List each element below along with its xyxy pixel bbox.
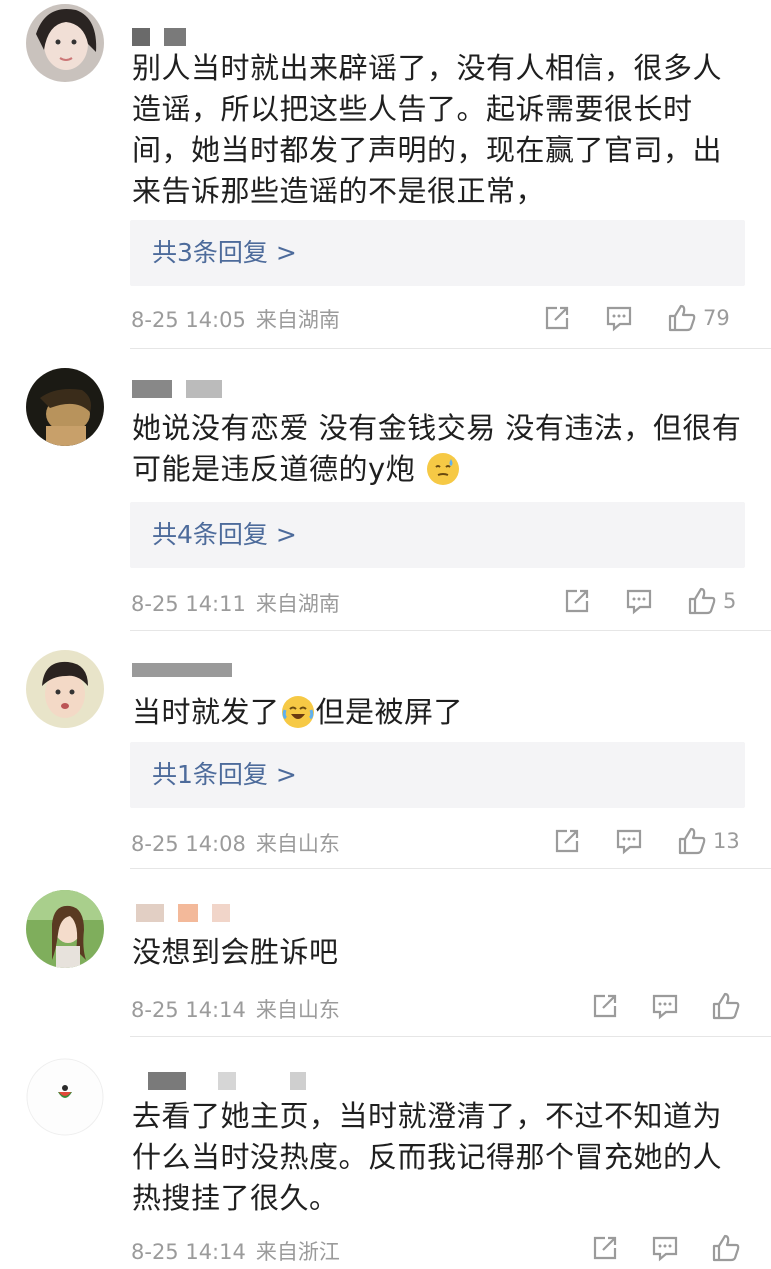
- comment-source: 来自山东: [255, 832, 340, 856]
- comment-date: 8-25 14:14: [131, 1240, 246, 1264]
- like-icon: [712, 992, 740, 1020]
- comment-button[interactable]: [625, 585, 653, 617]
- replies-label[interactable]: 共3条回复 >: [152, 233, 297, 269]
- comment-date: 8-25 14:14: [131, 998, 246, 1022]
- comment-meta: 8-25 14:14 来自浙江: [131, 1236, 340, 1266]
- like-icon: [678, 827, 706, 855]
- comment-text: 她说没有恋爱 没有金钱交易 没有违法，但很有可能是违反道德的y炮: [132, 408, 742, 490]
- share-icon: [555, 829, 579, 853]
- comment-text-part: 但是被屏了: [315, 695, 464, 729]
- like-button[interactable]: 79: [667, 302, 730, 334]
- comment-meta: 8-25 14:05 来自湖南: [131, 304, 340, 334]
- avatar[interactable]: [26, 368, 104, 446]
- comment-text-part: 当时就发了: [132, 695, 280, 729]
- comment-meta: 8-25 14:08 来自山东: [131, 828, 340, 858]
- like-count: 5: [723, 589, 737, 613]
- comment-date: 8-25 14:05: [131, 308, 246, 332]
- comment-button[interactable]: [605, 302, 633, 334]
- comment-meta: 8-25 14:11 来自湖南: [131, 588, 340, 618]
- comment-text: 没想到会胜诉吧: [132, 935, 339, 969]
- comment-button[interactable]: [651, 990, 679, 1022]
- avatar[interactable]: [26, 1058, 104, 1136]
- comment-actions: [591, 990, 743, 1022]
- like-count: 13: [713, 829, 740, 853]
- like-button[interactable]: 13: [677, 825, 740, 857]
- comment-item: 去看了她主页，当时就澄清了，不过不知道为什么当时没热度。反而我记得那个冒充她的人…: [0, 1038, 771, 1269]
- comment-icon: [606, 306, 632, 332]
- like-count: 79: [703, 306, 730, 330]
- divider: [130, 1036, 771, 1037]
- avatar[interactable]: [26, 4, 104, 82]
- share-icon: [565, 589, 589, 613]
- comment-text: 别人当时就出来辟谣了，没有人相信，很多人造谣，所以把这些人告了。起诉需要很长时间…: [132, 51, 723, 208]
- avatar[interactable]: [26, 890, 104, 968]
- comment-meta: 8-25 14:14 来自山东: [131, 994, 340, 1024]
- comment-icon: [616, 829, 642, 855]
- like-icon: [688, 587, 716, 615]
- comment-source: 来自湖南: [255, 592, 340, 616]
- share-button[interactable]: [563, 585, 591, 617]
- comment-icon: [652, 994, 678, 1020]
- like-button[interactable]: [711, 990, 741, 1022]
- divider: [130, 630, 771, 631]
- replies-label[interactable]: 共1条回复 >: [152, 755, 297, 791]
- comment-item: 当时就发了 但是被屏了 共1条回复 > 8-25 14:08 来自山东 13: [0, 632, 771, 870]
- username-masked: [132, 380, 236, 400]
- share-icon: [545, 306, 569, 330]
- share-icon: [593, 1236, 617, 1260]
- comment-item: 没想到会胜诉吧 8-25 14:14 来自山东: [0, 870, 771, 1038]
- comment-button[interactable]: [615, 825, 643, 857]
- share-button[interactable]: [543, 302, 571, 334]
- comment-text: 当时就发了 但是被屏了: [132, 692, 742, 733]
- divider: [130, 868, 771, 869]
- comment-actions: 79: [543, 302, 743, 334]
- comment-actions: 5: [563, 585, 743, 617]
- comment-item: 别人当时就出来辟谣了，没有人相信，很多人造谣，所以把这些人告了。起诉需要很长时间…: [0, 0, 771, 350]
- comment-source: 来自山东: [255, 998, 340, 1022]
- comment-button[interactable]: [651, 1232, 679, 1264]
- comment-item: 她说没有恋爱 没有金钱交易 没有违法，但很有可能是违反道德的y炮 共4条回复 >…: [0, 350, 771, 632]
- crying-laugh-emoji: [281, 696, 314, 728]
- replies-link[interactable]: 共1条回复 >: [130, 742, 745, 808]
- comment-source: 来自湖南: [255, 308, 340, 332]
- avatar[interactable]: [26, 650, 104, 728]
- like-icon: [668, 304, 696, 332]
- comment-date: 8-25 14:11: [131, 592, 246, 616]
- comment-icon: [652, 1236, 678, 1262]
- like-button[interactable]: [711, 1232, 741, 1264]
- username-masked: [132, 904, 244, 924]
- comment-actions: [591, 1232, 743, 1264]
- share-button[interactable]: [591, 990, 619, 1022]
- username-masked: [132, 28, 200, 48]
- like-button[interactable]: 5: [687, 585, 736, 617]
- replies-link[interactable]: 共4条回复 >: [130, 502, 745, 568]
- share-icon: [593, 994, 617, 1018]
- username-masked: [132, 662, 246, 682]
- divider: [130, 348, 771, 349]
- comment-actions: 13: [553, 825, 743, 857]
- comment-text: 去看了她主页，当时就澄清了，不过不知道为什么当时没热度。反而我记得那个冒充她的人…: [132, 1099, 723, 1215]
- comment-icon: [626, 589, 652, 615]
- share-button[interactable]: [591, 1232, 619, 1264]
- sweat-smile-emoji: [426, 453, 459, 485]
- replies-link[interactable]: 共3条回复 >: [130, 220, 745, 286]
- replies-label[interactable]: 共4条回复 >: [152, 515, 297, 551]
- username-masked: [132, 1072, 320, 1092]
- share-button[interactable]: [553, 825, 581, 857]
- like-icon: [712, 1234, 740, 1262]
- comment-date: 8-25 14:08: [131, 832, 246, 856]
- comment-source: 来自浙江: [255, 1240, 340, 1264]
